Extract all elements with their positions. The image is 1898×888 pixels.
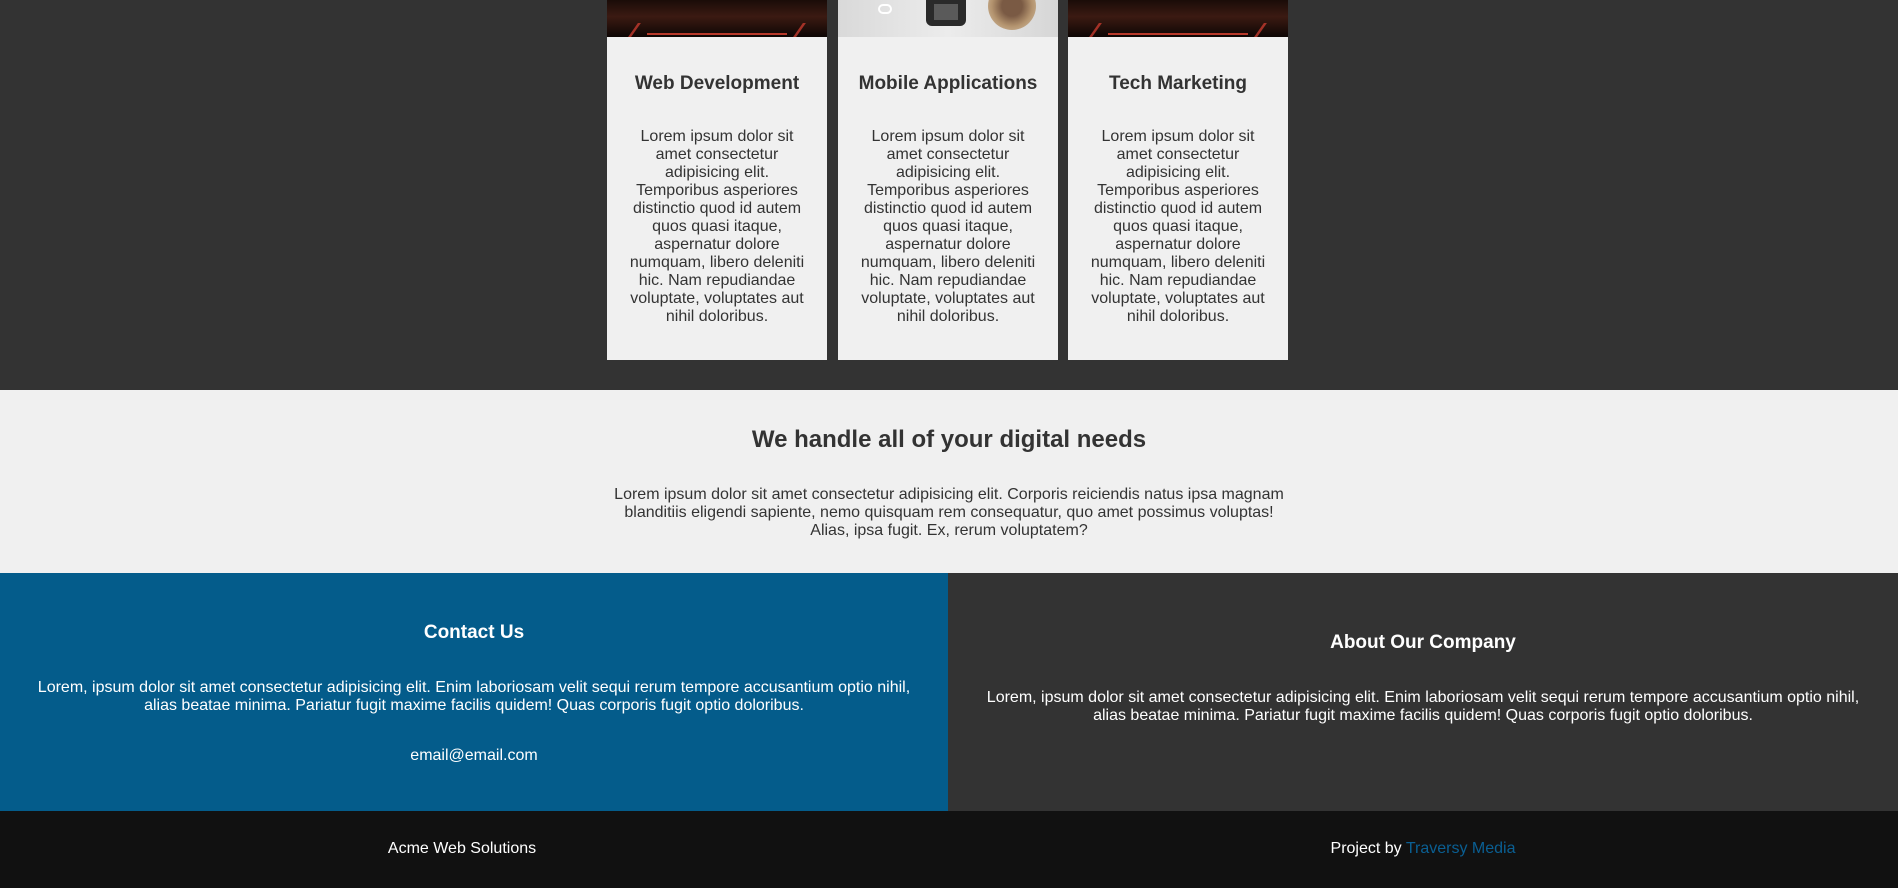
about-text: Lorem, ipsum dolor sit amet consectetur … bbox=[986, 689, 1860, 724]
service-card-tech-marketing: Tech Marketing Lorem ipsum dolor sit ame… bbox=[1068, 0, 1288, 360]
services-section: Web Development Lorem ipsum dolor sit am… bbox=[0, 0, 1898, 390]
service-image bbox=[607, 0, 827, 37]
about-title: About Our Company bbox=[1330, 632, 1516, 653]
service-description: Lorem ipsum dolor sit amet consectetur a… bbox=[629, 128, 805, 325]
footer-brand: Acme Web Solutions bbox=[387, 840, 537, 857]
contact-title: Contact Us bbox=[423, 622, 525, 643]
service-description: Lorem ipsum dolor sit amet consectetur a… bbox=[1090, 128, 1266, 325]
footer: Acme Web Solutions Project by Traversy M… bbox=[0, 811, 1898, 888]
contact-section: Contact Us Lorem, ipsum dolor sit amet c… bbox=[0, 573, 948, 811]
service-description: Lorem ipsum dolor sit amet consectetur a… bbox=[860, 128, 1036, 325]
digital-needs-section: We handle all of your digital needs Lore… bbox=[0, 390, 1898, 573]
about-section: About Our Company Lorem, ipsum dolor sit… bbox=[948, 573, 1898, 811]
footer-credit: Project by Traversy Media bbox=[948, 840, 1898, 858]
service-image bbox=[1068, 0, 1288, 37]
service-image bbox=[838, 0, 1058, 37]
credit-link[interactable]: Traversy Media bbox=[1406, 840, 1516, 857]
contact-email: email@email.com bbox=[410, 747, 538, 764]
contact-text: Lorem, ipsum dolor sit amet consectetur … bbox=[37, 679, 911, 714]
credit-prefix: Project by bbox=[1330, 840, 1402, 857]
service-title: Web Development bbox=[634, 73, 800, 94]
section-text: Lorem ipsum dolor sit amet consectetur a… bbox=[614, 486, 1284, 539]
service-card-web-development: Web Development Lorem ipsum dolor sit am… bbox=[607, 0, 827, 360]
service-title: Tech Marketing bbox=[1109, 73, 1247, 94]
service-title: Mobile Applications bbox=[858, 73, 1038, 94]
service-card-mobile-applications: Mobile Applications Lorem ipsum dolor si… bbox=[838, 0, 1058, 360]
section-title: We handle all of your digital needs bbox=[751, 426, 1147, 453]
